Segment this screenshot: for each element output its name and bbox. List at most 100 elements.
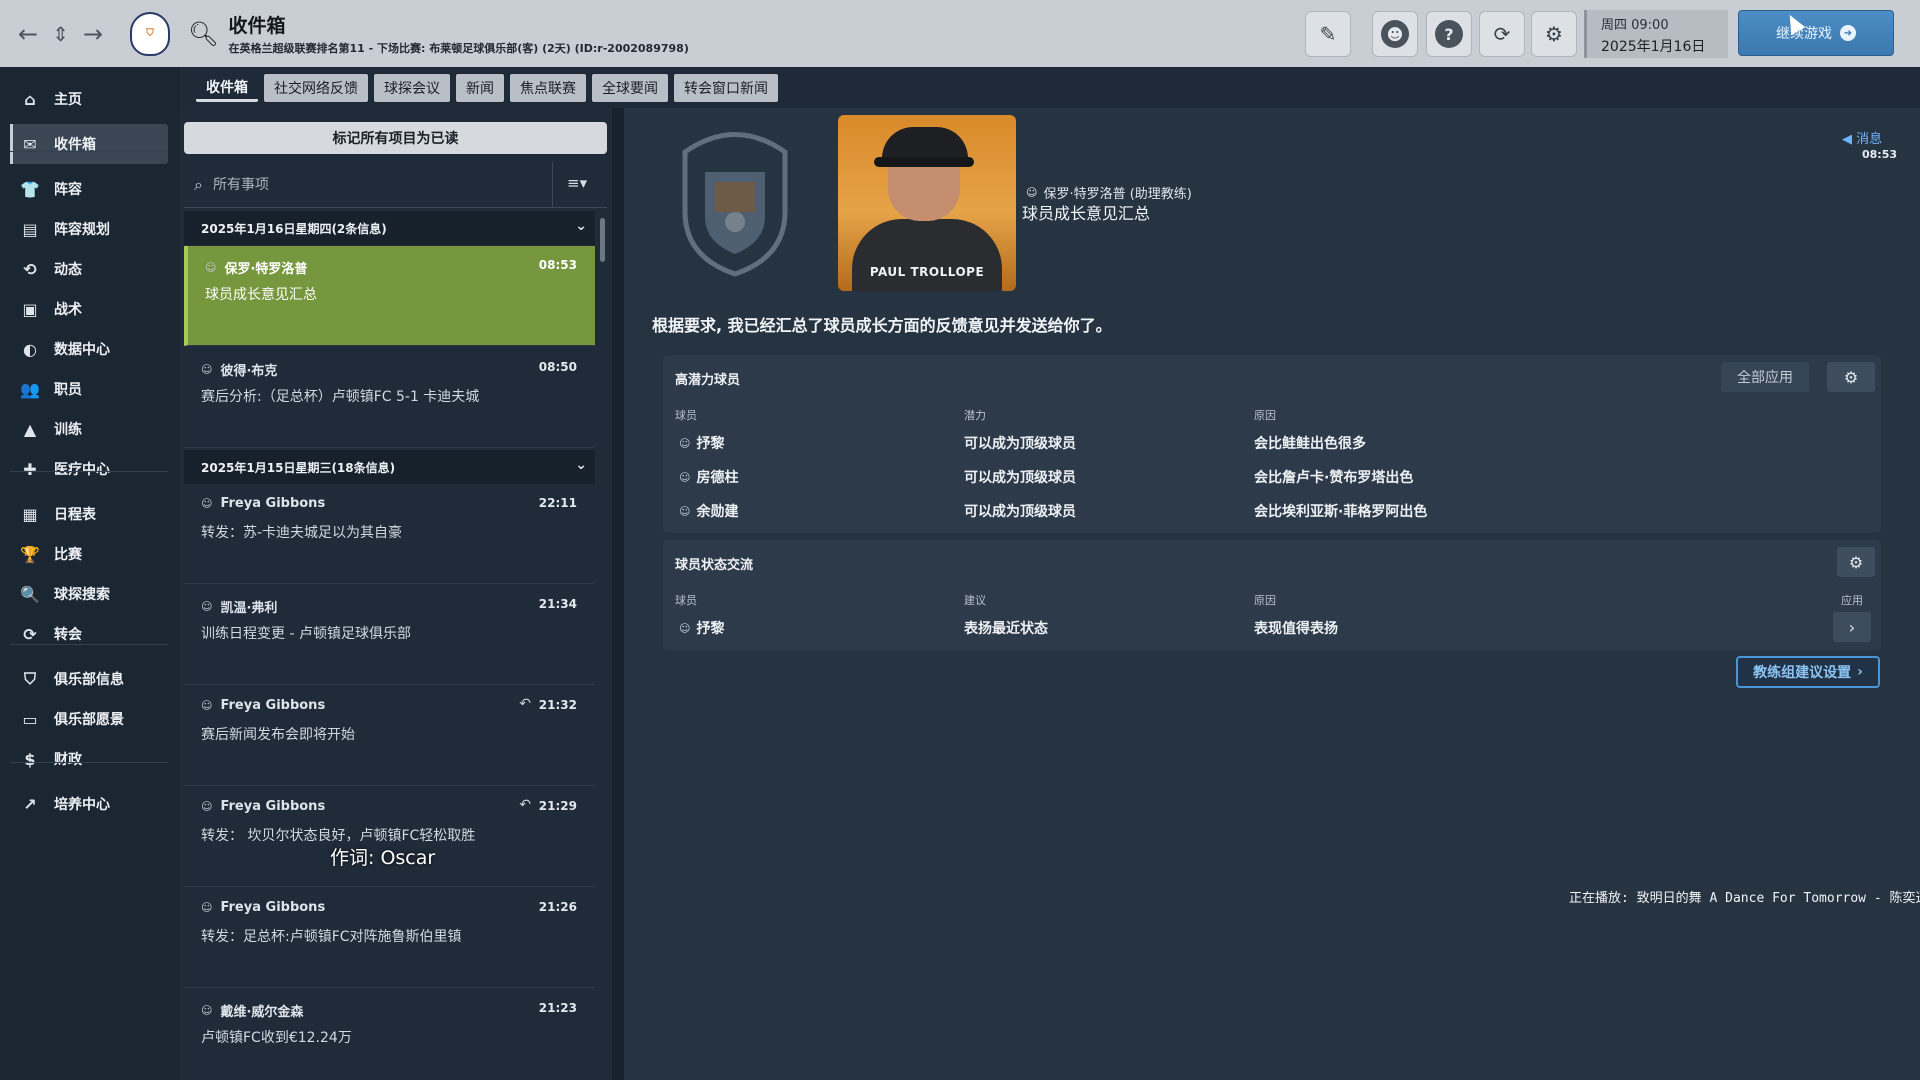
forward-arrow-icon[interactable]: → (83, 22, 103, 46)
sidebar-item-squad-planner[interactable]: ▤ 阵容规划 (10, 209, 168, 249)
sidebar-item-data-hub[interactable]: ◐ 数据中心 (10, 329, 168, 369)
person-icon: ☺ (679, 621, 691, 635)
filter-menu-icon[interactable]: ≡▾ (567, 174, 587, 192)
date-group-header[interactable]: 2025年1月16日星期四(2条信息) ⌄ (184, 211, 595, 245)
message-time: 08:50 (538, 360, 577, 374)
inbox-message[interactable]: ☺ Freya Gibbons 21:26 转发：足总杯:卢顿镇FC对阵施鲁斯伯里镇 (184, 888, 595, 988)
chevron-down-icon[interactable]: ⌄ (575, 218, 587, 234)
tab-6[interactable]: 转会窗口新闻 (674, 74, 778, 102)
message-sender-name: Freya Gibbons (220, 900, 326, 915)
sidebar-item-competitions[interactable]: 🏆 比赛 (10, 534, 168, 574)
world-button[interactable]: ☻ (1372, 11, 1418, 57)
photo-brim (874, 157, 974, 167)
coach-advice-label: 教练组建议设置 (1753, 665, 1852, 681)
sidebar-item-club-vision[interactable]: ▭ 俱乐部愿景 (10, 699, 168, 739)
inbox-tabs: 收件箱 社交网络反馈 球探会议 新闻 焦点联赛 全球要闻 转会窗口新闻 (196, 74, 778, 102)
coach-advice-settings-button[interactable]: 教练组建议设置 › (1736, 656, 1880, 688)
staff-icon: 👥 (20, 379, 40, 399)
potential-cell: 可以成为顶级球员 (964, 504, 1076, 520)
sidebar-item-tactics[interactable]: ▣ 战术 (10, 289, 168, 329)
sidebar-item-dynamics[interactable]: ⟲ 动态 (10, 249, 168, 289)
inbox-message[interactable]: ☺ Freya Gibbons 22:11 转发：苏-卡迪夫城足以为其自豪 (184, 484, 595, 584)
message-time: 21:23 (538, 1001, 577, 1015)
message-sender: ☺ Freya Gibbons (201, 900, 325, 915)
tab-4[interactable]: 焦点联赛 (510, 74, 586, 102)
card-settings-button[interactable]: ⚙ (1837, 547, 1875, 577)
inbox-message[interactable]: ☺ Freya Gibbons ↶ 21:29 转发： 坎贝尔状态良好，卢顿镇FC轻松取… (184, 787, 595, 887)
updown-arrow-icon[interactable]: ⇕ (52, 24, 69, 44)
tab-1[interactable]: 社交网络反馈 (264, 74, 368, 102)
card-settings-button[interactable]: ⚙ (1827, 362, 1875, 392)
sidebar-item-label: 阵容规划 (54, 222, 110, 238)
sidebar-item-medical-centre[interactable]: ✚ 医疗中心 (10, 449, 168, 489)
inbox-message[interactable]: ☺ 保罗·特罗洛普 08:53 球员成长意见汇总 (184, 246, 595, 346)
club-crest-icon[interactable]: ⛉ (130, 11, 170, 56)
sidebar-item-scouting[interactable]: 🔍 球探搜索 (10, 574, 168, 614)
message-sender: ☺ 保罗·特罗洛普 (205, 258, 307, 277)
help-button[interactable]: ? (1426, 11, 1472, 57)
tab-2[interactable]: 球探会议 (374, 74, 450, 102)
sidebar-item-label: 职员 (54, 382, 82, 398)
sidebar-item-transfers[interactable]: ⟳ 转会 (10, 614, 168, 654)
refresh-button[interactable]: ⟳ (1479, 11, 1525, 57)
sidebar-item-finances[interactable]: $ 财政 (10, 739, 168, 779)
back-arrow-icon[interactable]: ← (18, 22, 38, 46)
mark-all-read-button[interactable]: 标记所有项目为已读 (184, 122, 607, 154)
message-time: 08:53 (538, 258, 577, 272)
title-block: 收件箱 在英格兰超级联赛排名第11 - 下场比赛: 布莱顿足球俱乐部(客) (2… (228, 11, 688, 56)
search-icon[interactable]: 🔍︎ (188, 20, 218, 48)
sidebar-item-label: 医疗中心 (54, 462, 110, 478)
club-vision-icon: ▭ (22, 709, 38, 729)
message-sender-name: 凯温·弗利 (220, 601, 278, 616)
transfers-icon: ⟳ (23, 624, 37, 644)
sidebar-item-inbox[interactable]: ✉ 收件箱 (10, 124, 168, 164)
col-header-potential: 潜力 (964, 409, 986, 422)
inbox-message[interactable]: ☺ 凯温·弗利 21:34 训练日程变更 - 卢顿镇足球俱乐部 (184, 585, 595, 685)
message-subject: 训练日程变更 - 卢顿镇足球俱乐部 (201, 626, 411, 642)
chevron-down-icon[interactable]: ⌄ (575, 457, 587, 473)
sidebar-item-squad[interactable]: 👕 阵容 (10, 169, 168, 209)
tab-0[interactable]: 收件箱 (196, 74, 258, 102)
col-header-reason: 原因 (1254, 409, 1276, 422)
page-title: 收件箱 (228, 15, 286, 37)
sidebar-item-home[interactable]: ⌂ 主页 (10, 79, 168, 119)
edit-button[interactable]: ✎ (1305, 11, 1351, 57)
sidebar-item-label: 比赛 (54, 547, 82, 563)
message-sender-name: Freya Gibbons (220, 698, 326, 713)
message-time: 21:26 (538, 900, 577, 914)
staff-photo[interactable]: PAUL TROLLOPE (838, 115, 1016, 291)
reply-arrow-icon: ↶ (519, 696, 531, 712)
sidebar-item-club-info[interactable]: ⛉ 俱乐部信息 (10, 659, 168, 699)
continue-button[interactable]: 继续游戏 ➜ (1738, 10, 1894, 56)
apply-row-button[interactable]: › (1833, 612, 1871, 642)
date-group-header[interactable]: 2025年1月15日星期三(18条信息) ⌄ (184, 450, 595, 484)
inbox-message[interactable]: ☺ Freya Gibbons ↶ 21:32 赛后新闻发布会即将开始 (184, 686, 595, 786)
page-subtitle: 在英格兰超级联赛排名第11 - 下场比赛: 布莱顿足球俱乐部(客) (2天) (… (228, 42, 689, 55)
inbox-message[interactable]: ☺ 戴维·威尔金森 21:23 卢顿镇FC收到€12.24万 (184, 989, 595, 1080)
tab-5[interactable]: 全球要闻 (592, 74, 668, 102)
club-crest-watermark (670, 122, 800, 278)
message-sender-name: 保罗·特罗洛普 (224, 262, 308, 277)
player-cell[interactable]: ☺ 抒黎 (679, 433, 724, 453)
photo-body (852, 219, 1002, 291)
player-cell[interactable]: ☺ 房德柱 (679, 467, 738, 487)
inbox-scrollbar[interactable] (600, 218, 605, 262)
sidebar-item-staff[interactable]: 👥 职员 (10, 369, 168, 409)
player-cell[interactable]: ☺ 抒黎 (679, 618, 724, 638)
apply-all-button[interactable]: 全部应用 (1721, 362, 1809, 392)
sidebar-item-schedule[interactable]: ▦ 日程表 (10, 494, 168, 534)
inbox-message[interactable]: ☺ 彼得·布克 08:50 赛后分析:（足总杯）卢顿镇FC 5-1 卡迪夫城 (184, 348, 595, 448)
game-date[interactable]: 周四 09:00 2025年1月16日 (1584, 10, 1728, 58)
person-icon: ☺ (205, 261, 217, 274)
sidebar-item-development-centre[interactable]: ↗ 培养中心 (10, 784, 168, 824)
tab-3[interactable]: 新闻 (456, 74, 504, 102)
person-icon: ☺ (201, 600, 213, 613)
pane-divider[interactable] (612, 108, 624, 1080)
reason-cell: 会比鲑鲑出色很多 (1254, 436, 1366, 452)
settings-button[interactable]: ⚙ (1531, 11, 1577, 57)
message-sender: ☺ Freya Gibbons (201, 799, 325, 814)
sidebar-item-training[interactable]: ▲ 训练 (10, 409, 168, 449)
inbox-search-input[interactable] (212, 176, 533, 193)
player-cell[interactable]: ☺ 余勋建 (679, 501, 738, 521)
data-hub-icon: ◐ (23, 339, 37, 359)
